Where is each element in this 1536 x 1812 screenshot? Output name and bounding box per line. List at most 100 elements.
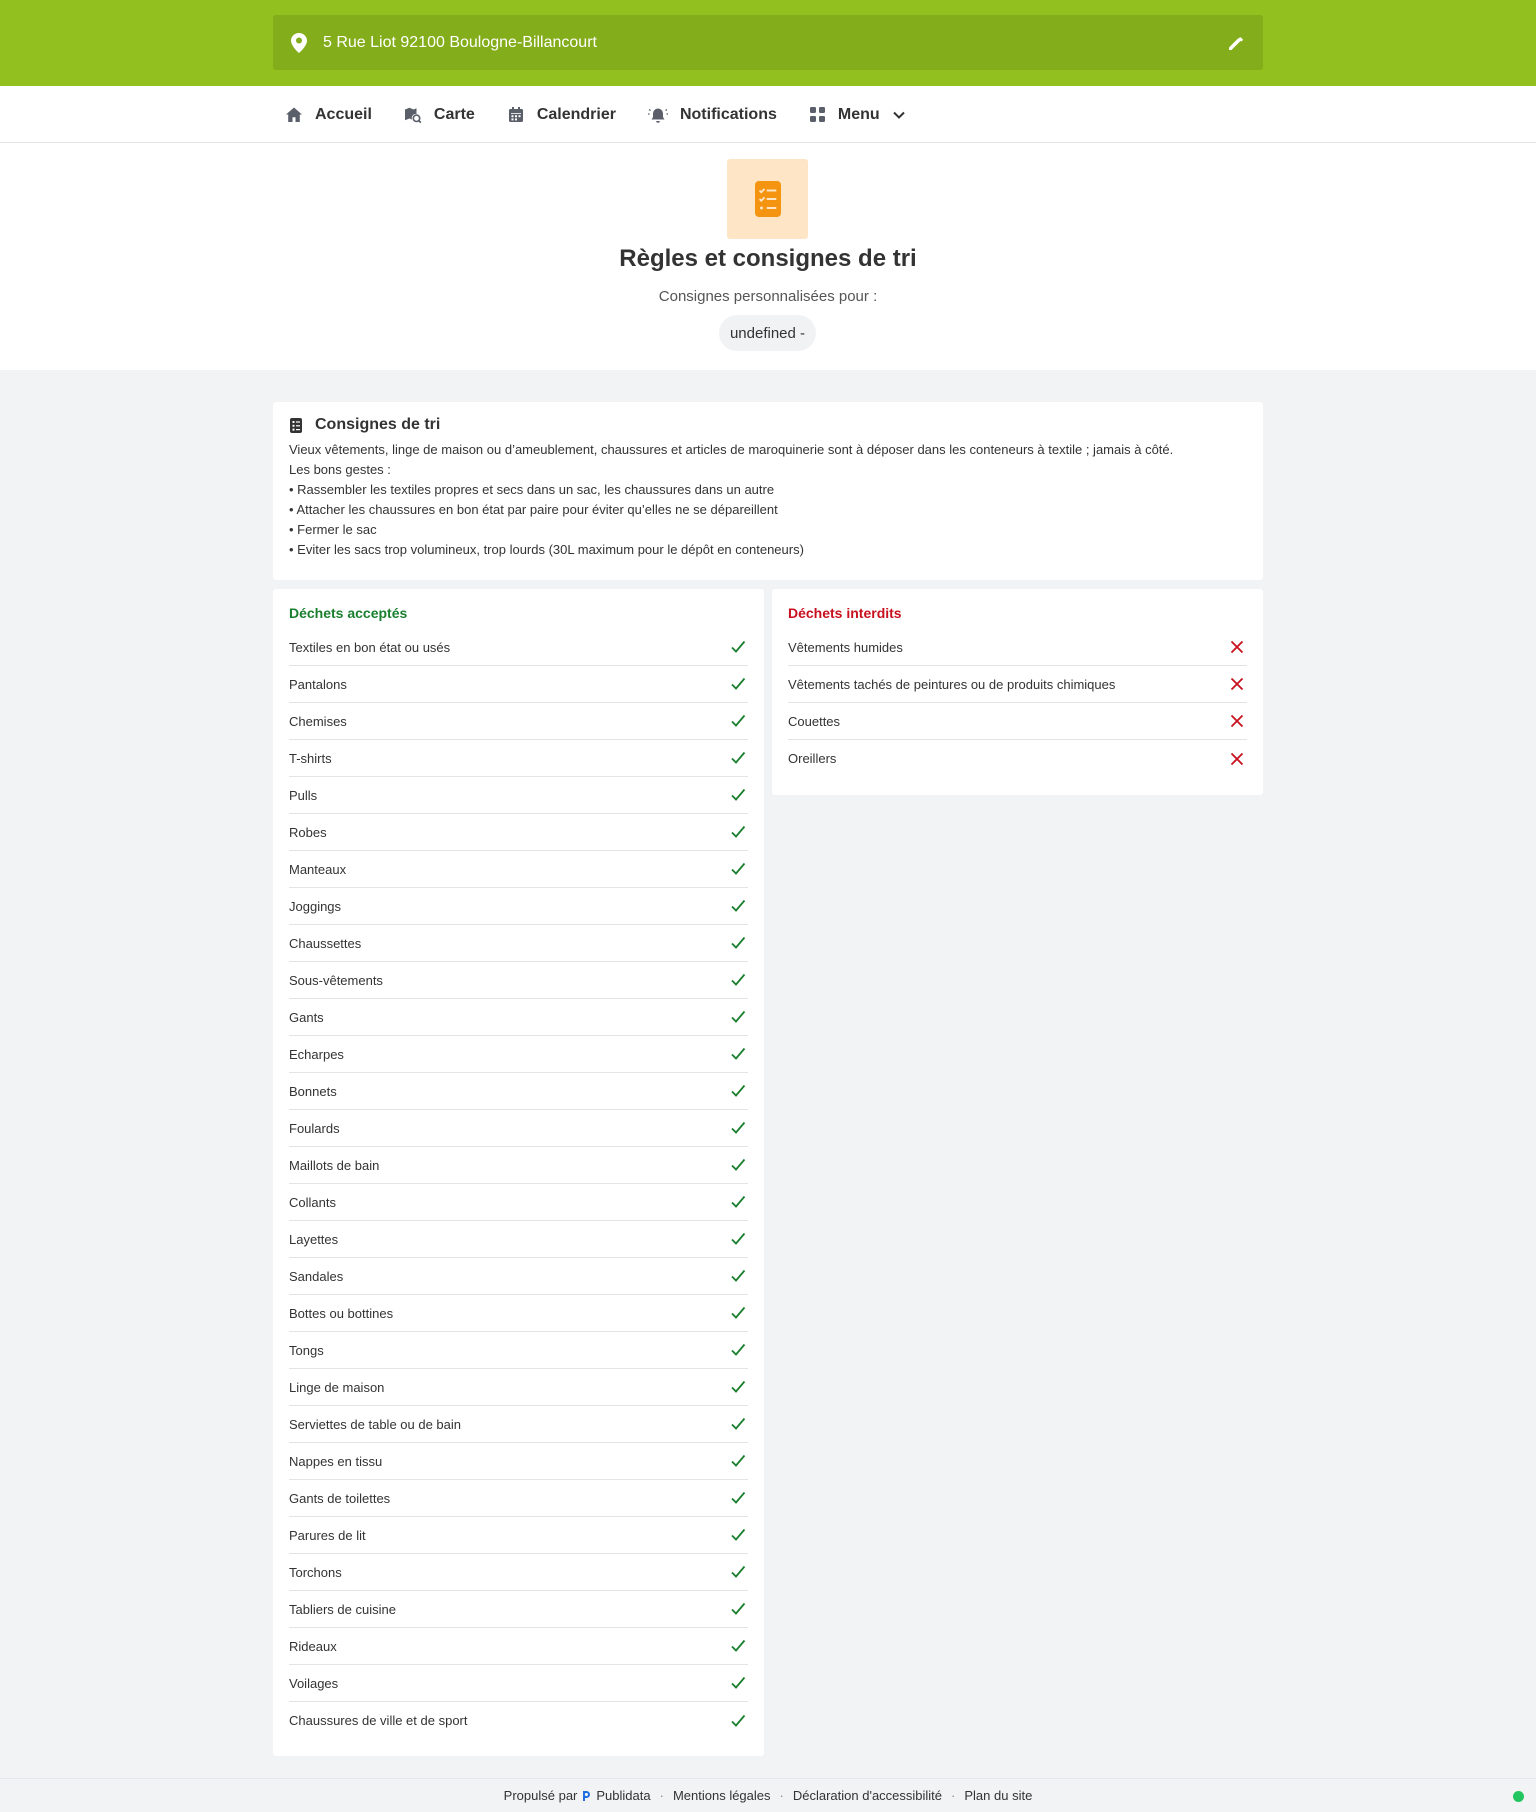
list-item-label: Robes — [289, 824, 327, 840]
checkmark-icon — [731, 1454, 746, 1467]
separator-dot: · — [951, 1788, 956, 1803]
nav-item-carte[interactable]: Carte — [404, 106, 475, 124]
list-item: Joggings — [289, 888, 748, 925]
checkmark-icon — [731, 1602, 746, 1615]
list-item-label: Torchons — [289, 1564, 342, 1580]
checkmark-icon — [731, 788, 746, 801]
checkmark-icon — [731, 1084, 746, 1097]
consignes-line: • Attacher les chaussures en bon état pa… — [289, 502, 778, 517]
cross-icon — [1230, 714, 1244, 728]
checkmark-icon — [731, 751, 746, 764]
list-item: Serviettes de table ou de bain — [289, 1406, 748, 1443]
nav-label: Calendrier — [536, 105, 616, 123]
list-item-label: Gants de toilettes — [289, 1490, 391, 1506]
address-selector[interactable]: 5 Rue Liot 92100 Boulogne-Billancourt — [273, 15, 1263, 70]
cross-icon — [1230, 752, 1244, 765]
list-item-label: Tabliers de cuisine — [289, 1601, 396, 1617]
nav-item-menu[interactable]: Menu — [809, 106, 906, 124]
checkmark-icon — [731, 1714, 746, 1727]
nav-item-notifications[interactable]: Notifications — [647, 106, 777, 124]
checkmark-icon — [731, 1010, 746, 1023]
list-item: Torchons — [289, 1554, 748, 1591]
list-item: Sandales — [289, 1258, 748, 1295]
cross-icon — [1230, 677, 1244, 691]
nav-item-accueil[interactable]: Accueil — [285, 106, 372, 124]
accepted-list: Textiles en bon état ou usés Pantalons Che… — [289, 629, 748, 1739]
list-item: Textiles en bon état ou usés — [289, 629, 748, 666]
list-item: Collants — [289, 1184, 748, 1221]
checkmark-icon — [731, 1121, 746, 1134]
list-item-label: Couettes — [788, 713, 841, 729]
list-item: Robes — [289, 814, 748, 851]
list-item: Tongs — [289, 1332, 748, 1369]
list-item: Linge de maison — [289, 1369, 748, 1406]
address-text: 5 Rue Liot 92100 Boulogne-Billancourt — [323, 33, 597, 51]
list-item-label: Chaussettes — [289, 935, 362, 951]
list-item-label: Layettes — [289, 1231, 339, 1247]
list-item-label: T-shirts — [289, 750, 332, 766]
nav-item-calendrier[interactable]: Calendrier — [507, 106, 616, 124]
page-footer: Propulsé par Publidata · Mentions légale… — [0, 1778, 1536, 1812]
list-item-label: Pulls — [289, 787, 318, 803]
calendar-icon — [508, 106, 523, 122]
list-item-label: Vêtements tachés de peintures ou de prod… — [788, 676, 1116, 692]
list-item: Bonnets — [289, 1073, 748, 1110]
checkmark-icon — [731, 714, 746, 727]
list-item: Chaussures de ville et de sport — [289, 1702, 748, 1739]
accepted-title: Déchets acceptés — [289, 605, 408, 621]
powered-by: Propulsé par Publidata — [504, 1788, 651, 1803]
list-item-label: Voilages — [289, 1675, 339, 1691]
list-item-label: Manteaux — [289, 861, 347, 877]
list-item-label: Sandales — [289, 1268, 344, 1284]
consignes-line: • Fermer le sac — [289, 522, 377, 537]
map-icon — [404, 107, 422, 123]
list-item: Sous-vêtements — [289, 962, 748, 999]
consignes-card: Consignes de tri Vieux vêtements, linge … — [273, 402, 1263, 580]
footer-link-sitemap[interactable]: Plan du site — [964, 1788, 1032, 1803]
list-item-label: Bonnets — [289, 1083, 337, 1099]
list-item-label: Gants — [289, 1009, 324, 1025]
checkmark-icon — [731, 677, 746, 690]
list-item-label: Oreillers — [788, 751, 837, 766]
checkmark-icon — [731, 936, 746, 949]
accepted-waste-card: Déchets acceptés Textiles en bon état ou… — [273, 589, 764, 1756]
publidata-link[interactable]: Publidata — [596, 1788, 650, 1803]
consignes-title: Consignes de tri — [315, 416, 441, 433]
powered-by-label: Propulsé par — [503, 1788, 578, 1803]
forbidden-title: Déchets interdits — [788, 605, 902, 621]
list-item: Couettes — [788, 703, 1247, 740]
footer-link-mentions[interactable]: Mentions légales — [673, 1788, 771, 1803]
list-item-label: Linge de maison — [289, 1379, 385, 1395]
list-item: Nappes en tissu — [289, 1443, 748, 1480]
document-list-icon — [290, 417, 302, 433]
bell-icon — [647, 108, 668, 123]
list-item: Layettes — [289, 1221, 748, 1258]
list-item: Rideaux — [289, 1628, 748, 1665]
location-pill: undefined - — [719, 315, 816, 351]
list-item-label: Chemises — [289, 713, 347, 729]
checkmark-icon — [731, 1232, 746, 1245]
list-item-label: Pantalons — [289, 676, 347, 692]
list-item: Maillots de bain — [289, 1147, 748, 1184]
home-icon — [286, 107, 302, 122]
list-item: Bottes ou bottines — [289, 1295, 748, 1332]
forbidden-waste-card: Déchets interdits Vêtements humides Vêtem… — [772, 589, 1263, 795]
chevron-down-icon — [892, 111, 905, 119]
location-pin-icon — [291, 32, 307, 53]
publidata-logo-icon — [583, 1790, 591, 1801]
pencil-edit-icon[interactable] — [1227, 34, 1245, 52]
footer-link-accessibility[interactable]: Déclaration d'accessibilité — [793, 1788, 942, 1803]
checkmark-icon — [731, 1639, 746, 1652]
consignes-line: Vieux vêtements, linge de maison ou d’am… — [289, 442, 1174, 457]
list-item: Pulls — [289, 777, 748, 814]
forbidden-list: Vêtements humides Vêtements tachés de pei… — [788, 629, 1247, 777]
list-item-label: Tongs — [289, 1342, 324, 1358]
top-bar: 5 Rue Liot 92100 Boulogne-Billancourt — [0, 0, 1536, 86]
checkmark-icon — [731, 1417, 746, 1430]
page-title: Règles et consignes de tri — [619, 245, 917, 272]
list-item-label: Textiles en bon état ou usés — [289, 639, 451, 655]
separator-dot: · — [779, 1788, 784, 1803]
list-item-label: Sous-vêtements — [289, 972, 383, 988]
list-item-label: Chaussures de ville et de sport — [289, 1713, 468, 1728]
list-item: Foulards — [289, 1110, 748, 1147]
